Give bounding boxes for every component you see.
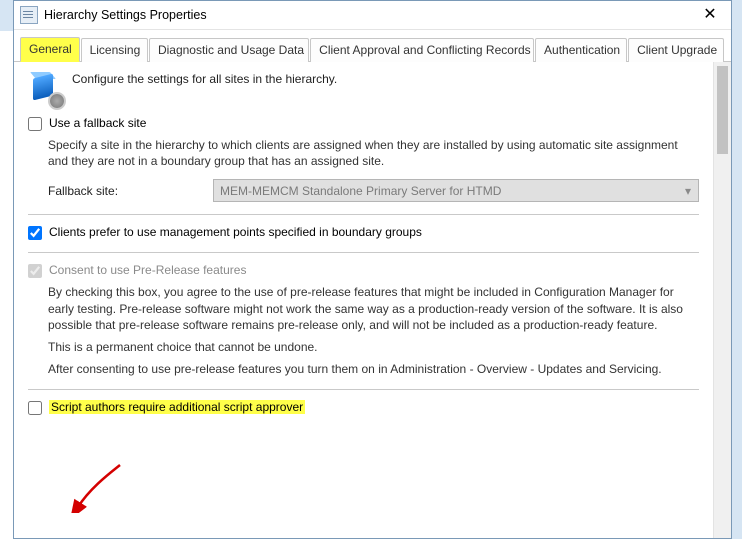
tab-strip: General Licensing Diagnostic and Usage D… bbox=[14, 30, 731, 62]
prerelease-desc-2: This is a permanent choice that cannot b… bbox=[48, 339, 699, 355]
tab-authentication[interactable]: Authentication bbox=[535, 38, 627, 62]
tab-licensing[interactable]: Licensing bbox=[81, 38, 148, 62]
tab-diagnostic[interactable]: Diagnostic and Usage Data bbox=[149, 38, 309, 62]
scrollbar-thumb[interactable] bbox=[717, 66, 728, 154]
general-tab-content: Configure the settings for all sites in … bbox=[14, 62, 713, 539]
boundary-groups-label: Clients prefer to use management points … bbox=[49, 225, 422, 239]
fallback-site-description: Specify a site in the hierarchy to which… bbox=[48, 137, 699, 169]
tab-client-approval[interactable]: Client Approval and Conflicting Records bbox=[310, 38, 534, 62]
fallback-site-value: MEM-MEMCM Standalone Primary Server for … bbox=[220, 184, 501, 198]
prerelease-consent-label: Consent to use Pre-Release features bbox=[49, 263, 246, 277]
tab-general[interactable]: General bbox=[20, 37, 80, 62]
fallback-site-select: MEM-MEMCM Standalone Primary Server for … bbox=[213, 179, 699, 202]
window-title: Hierarchy Settings Properties bbox=[44, 8, 689, 22]
title-bar: Hierarchy Settings Properties ✕ bbox=[14, 1, 731, 30]
fallback-site-checkbox[interactable] bbox=[28, 117, 42, 131]
fallback-site-label: Use a fallback site bbox=[49, 116, 146, 130]
chevron-down-icon: ▾ bbox=[680, 180, 696, 201]
boundary-groups-checkbox[interactable] bbox=[28, 226, 42, 240]
close-button[interactable]: ✕ bbox=[689, 1, 731, 29]
prerelease-consent-checkbox bbox=[28, 264, 42, 278]
prerelease-desc-1: By checking this box, you agree to the u… bbox=[48, 284, 699, 333]
tab-client-upgrade[interactable]: Client Upgrade bbox=[628, 38, 724, 62]
prerelease-desc-3: After consenting to use pre-release feat… bbox=[48, 361, 699, 377]
script-approver-checkbox[interactable] bbox=[28, 401, 42, 415]
system-icon bbox=[20, 6, 38, 24]
fallback-site-field-label: Fallback site: bbox=[48, 184, 203, 198]
intro-text: Configure the settings for all sites in … bbox=[72, 72, 337, 86]
hierarchy-icon bbox=[28, 72, 62, 106]
vertical-scrollbar[interactable] bbox=[713, 62, 731, 539]
hierarchy-settings-dialog: Hierarchy Settings Properties ✕ General … bbox=[13, 0, 732, 539]
script-approver-label: Script authors require additional script… bbox=[49, 400, 305, 414]
